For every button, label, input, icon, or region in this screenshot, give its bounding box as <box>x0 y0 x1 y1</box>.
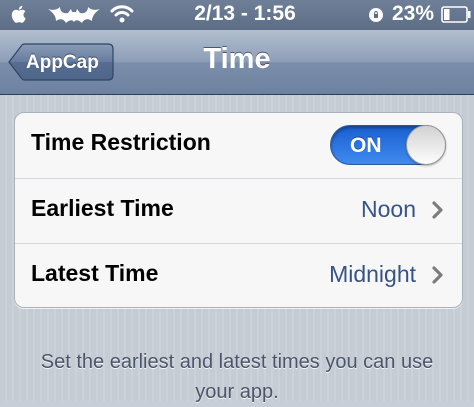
latest-time-label: Latest Time <box>31 260 159 286</box>
page-title: Time <box>203 43 271 75</box>
apple-icon <box>11 5 26 23</box>
settings-group: Time Restriction ON Earliest Time Noon L… <box>14 112 463 308</box>
status-datetime: 2/13 - 1:56 <box>194 2 296 25</box>
wifi-icon <box>110 5 134 23</box>
orientation-lock-icon <box>369 8 383 22</box>
toggle-knob <box>406 125 446 165</box>
time-restriction-toggle[interactable]: ON <box>330 125 446 165</box>
time-restriction-row: Time Restriction ON <box>15 113 462 177</box>
toggle-state-label: ON <box>350 134 382 157</box>
earliest-time-label: Earliest Time <box>31 195 174 221</box>
status-bar: 2/13 - 1:56 23% <box>0 0 474 30</box>
settings-content: Time Restriction ON Earliest Time Noon L… <box>0 95 474 403</box>
batman-logo-icon <box>48 7 100 23</box>
chevron-right-icon <box>432 266 443 284</box>
latest-time-value: Midnight <box>329 261 416 287</box>
battery-percentage: 23% <box>392 2 435 25</box>
earliest-time-row[interactable]: Earliest Time Noon <box>15 178 462 243</box>
back-button-label: AppCap <box>26 52 99 73</box>
footer-description: Set the earliest and latest times you ca… <box>40 351 434 403</box>
battery-icon <box>441 6 471 23</box>
time-restriction-label: Time Restriction <box>31 129 211 155</box>
latest-time-row[interactable]: Latest Time Midnight <box>15 243 462 307</box>
chevron-right-icon <box>432 201 443 219</box>
navigation-bar: AppCap Time <box>0 30 474 95</box>
earliest-time-value: Noon <box>361 196 416 222</box>
